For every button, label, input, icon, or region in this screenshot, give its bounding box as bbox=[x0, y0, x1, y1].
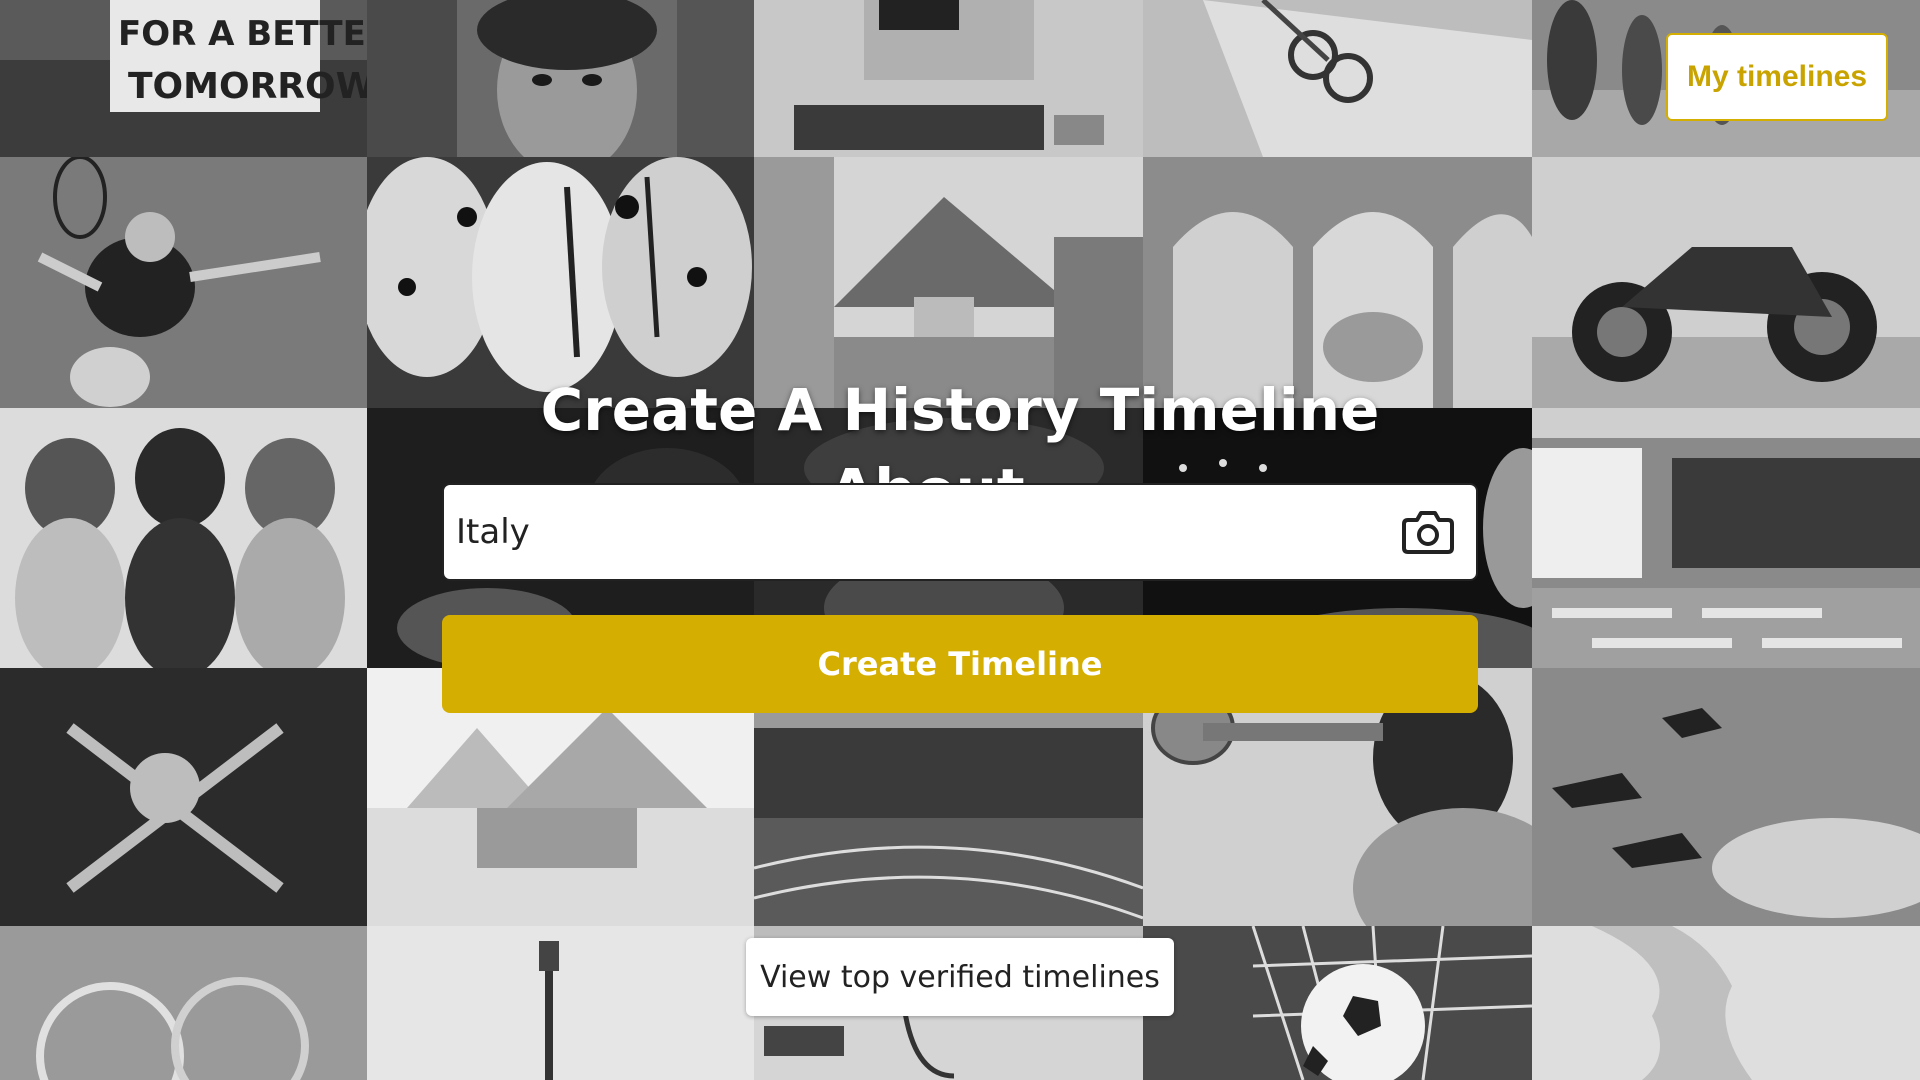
photo-classroom bbox=[1532, 408, 1920, 668]
sign-line-2: TOMORROW bbox=[128, 66, 367, 107]
create-timeline-button[interactable]: Create Timeline bbox=[442, 615, 1478, 713]
my-timelines-button[interactable]: My timelines bbox=[1666, 33, 1888, 121]
photo-tennis-player bbox=[0, 157, 367, 408]
photo-motorcycle bbox=[1532, 157, 1920, 408]
photo-pirate-flag bbox=[0, 668, 367, 926]
photo-protest-sign: FOR A BETTER TOMORROW bbox=[0, 0, 367, 157]
photo-vintage-computer bbox=[754, 0, 1143, 157]
photo-guitar bbox=[367, 926, 754, 1080]
photo-scissors-and-papers bbox=[1143, 0, 1532, 157]
photo-portrait-painting bbox=[367, 0, 754, 157]
photo-map bbox=[1532, 926, 1920, 1080]
photo-three-women-singers bbox=[0, 408, 367, 668]
photo-soccer-ball-in-net bbox=[1143, 926, 1532, 1080]
sign-line-1: FOR A BETTER bbox=[118, 14, 367, 54]
photo-bomber-planes bbox=[1532, 668, 1920, 926]
camera-icon[interactable] bbox=[1398, 502, 1458, 562]
view-top-verified-timelines-link[interactable]: View top verified timelines bbox=[746, 938, 1174, 1016]
timeline-topic-input[interactable] bbox=[444, 485, 1398, 579]
search-box bbox=[442, 483, 1478, 581]
photo-film-reels bbox=[0, 926, 367, 1080]
